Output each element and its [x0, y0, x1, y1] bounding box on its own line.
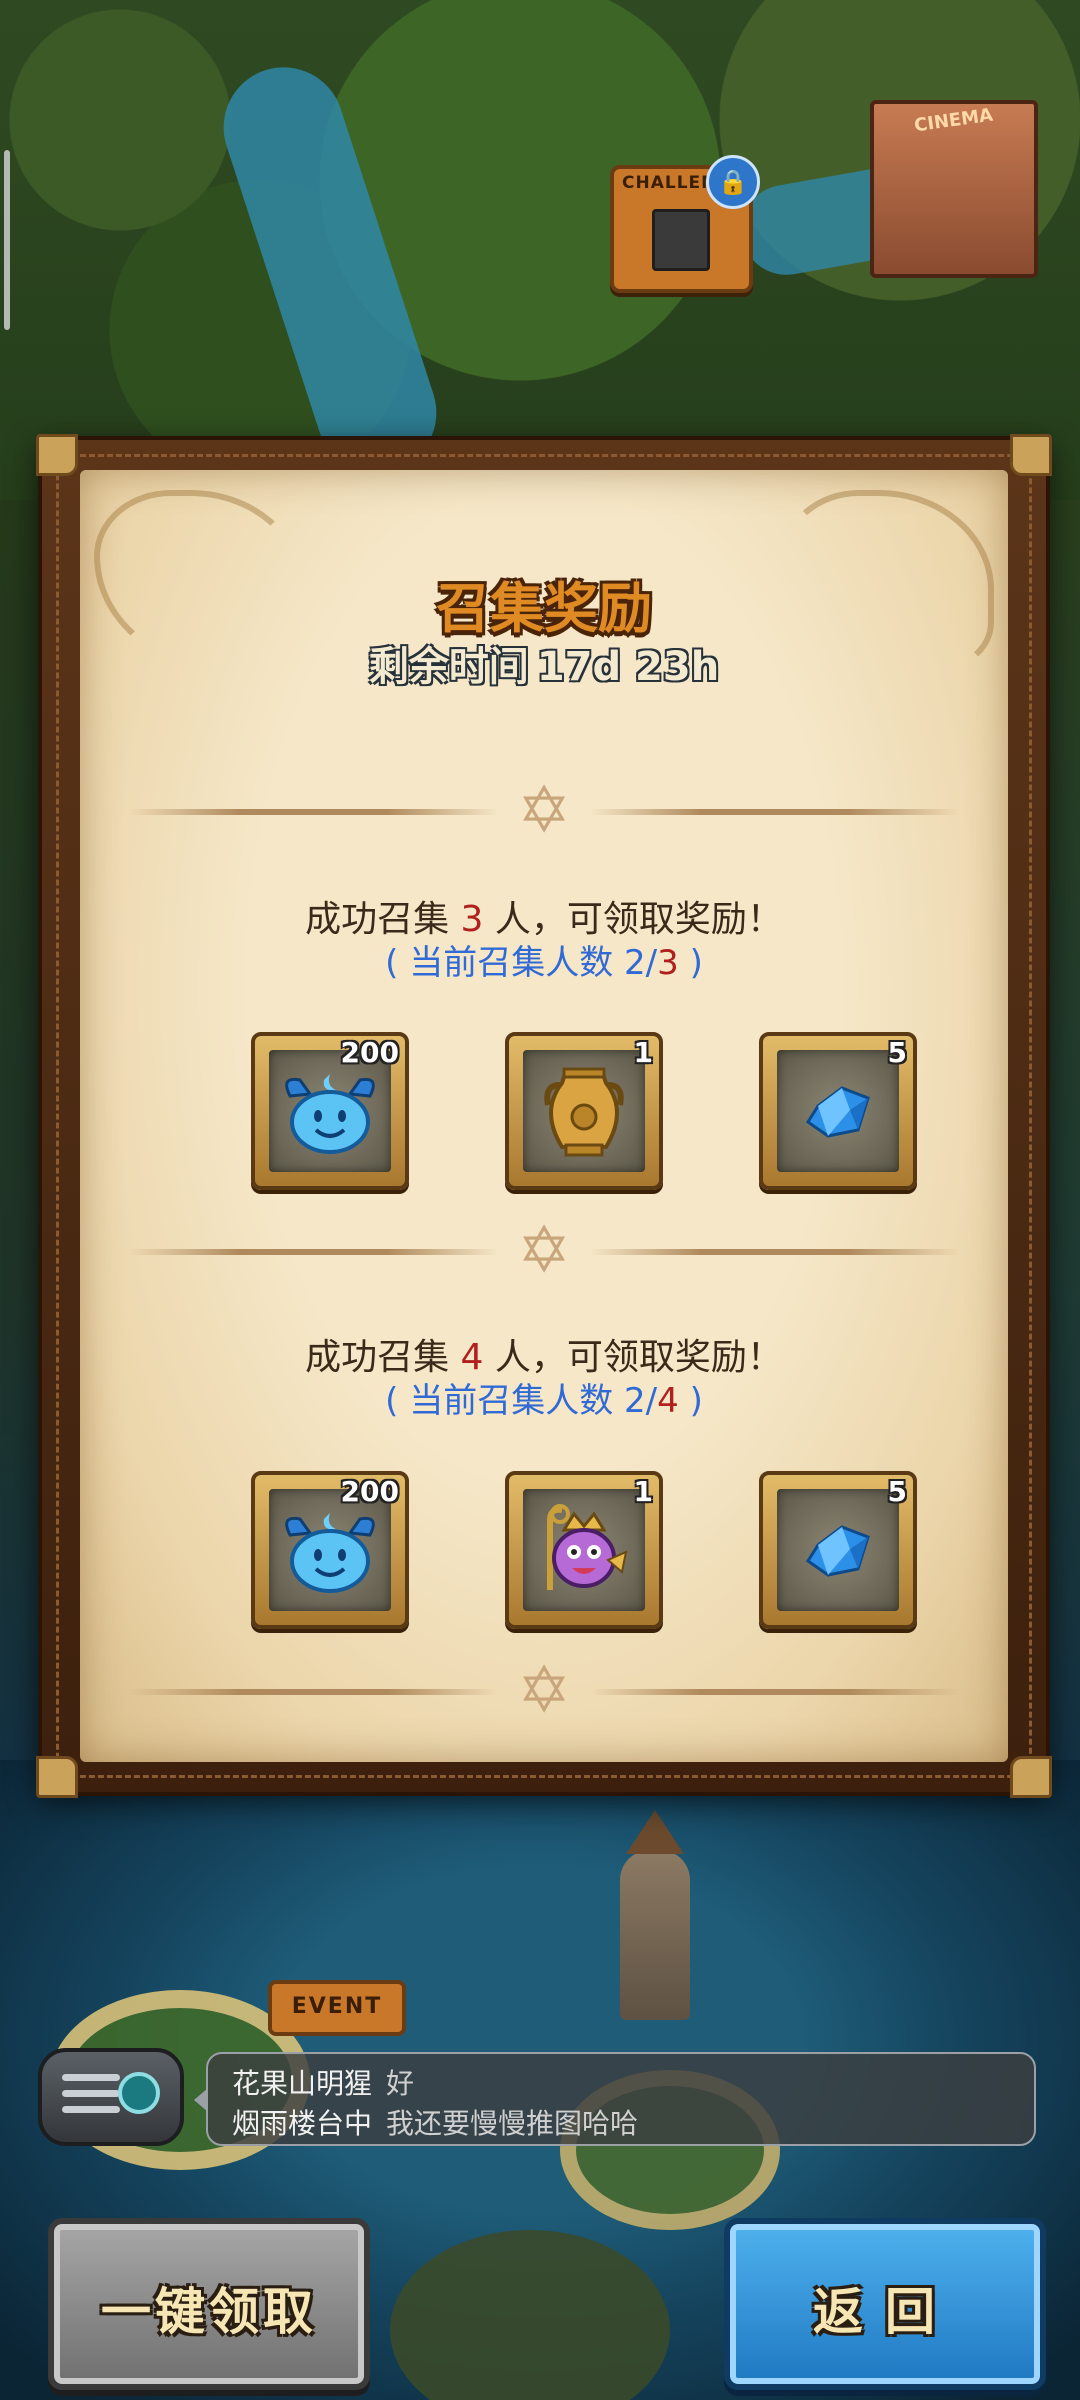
lighthouse-tower [620, 1810, 690, 2020]
reward-slot[interactable]: 5 [759, 1471, 917, 1629]
hexagram-icon: ✡ [517, 1214, 571, 1288]
chat-preview[interactable]: 花果山明猩好 烟雨楼台中 我还要慢慢推图哈哈 [194, 2052, 1036, 2146]
progress-target: 4 [657, 1381, 679, 1421]
back-label: 返回 [813, 2283, 957, 2341]
reward-quantity: 200 [340, 1475, 399, 1508]
reward-quantity: 1 [633, 1036, 653, 1069]
timer-value: 17d 23h [536, 644, 720, 690]
frame-corner [1010, 1756, 1052, 1798]
reward-quantity: 1 [633, 1475, 653, 1508]
hexagram-icon: ✡ [517, 1654, 571, 1728]
progress-current: 2 [624, 1381, 646, 1421]
reward-slot[interactable]: 1 [505, 1032, 663, 1190]
blue-crystal-icon [777, 1050, 899, 1172]
timer-label: 剩余时间 [368, 644, 529, 690]
ornament-divider: ✡ [128, 1656, 960, 1726]
ornament-divider: ✡ [128, 1216, 960, 1286]
progress-suffix: ) [689, 1381, 703, 1421]
chat-text: 好 [386, 2067, 415, 2100]
req-count: 4 [460, 1337, 484, 1378]
progress-prefix: ( 当前召集人数 [385, 943, 614, 983]
event-building[interactable]: EVENT [268, 1980, 406, 2036]
divider-line [590, 1689, 960, 1695]
ornament-divider: ✡ [128, 776, 960, 846]
tier-progress: ( 当前召集人数 2/4 ) [80, 1373, 1008, 1422]
parchment-panel: 召集奖励 剩余时间 17d 23h ✡ 成功召集 3 人，可领取奖励！ ( 当前召… [80, 470, 1008, 1762]
progress-prefix: ( 当前召集人数 [385, 1381, 614, 1421]
divider-line [128, 809, 498, 815]
chat-button[interactable] [38, 2048, 184, 2146]
chat-sender: 花果山明猩 [232, 2067, 373, 2100]
blue-crystal-icon [777, 1489, 899, 1611]
req-prefix: 成功召集 [305, 899, 450, 940]
req-suffix: 人，可领取奖励！ [494, 1337, 783, 1378]
progress-suffix: ) [689, 943, 703, 983]
req-prefix: 成功召集 [305, 1337, 450, 1378]
reward-quantity: 5 [887, 1475, 907, 1508]
divider-line [590, 809, 960, 815]
divider-line [590, 1249, 960, 1255]
gate-icon [652, 209, 710, 271]
divider-line [128, 1249, 498, 1255]
frame-corner [36, 434, 78, 476]
chat-message: 烟雨楼台中 我还要慢慢推图哈哈 [232, 2102, 638, 2142]
chat-message: 花果山明猩好 [232, 2062, 414, 2102]
progress-separator: / [645, 1381, 658, 1421]
reward-slot[interactable]: 1 [505, 1471, 663, 1629]
reward-slot-bg [777, 1489, 899, 1611]
divider-line [128, 1689, 498, 1695]
golden-urn-icon [523, 1050, 645, 1172]
progress-separator: / [645, 943, 658, 983]
cinema-sign-text: CINEMA [912, 104, 995, 137]
req-count: 3 [460, 899, 484, 940]
event-sign-text: EVENT [291, 1994, 383, 2019]
reward-slot[interactable]: 200 [251, 1471, 409, 1629]
summon-reward-dialog: 召集奖励 剩余时间 17d 23h ✡ 成功召集 3 人，可领取奖励！ ( 当前召… [36, 434, 1052, 1798]
progress-current: 2 [624, 943, 646, 983]
progress-target: 3 [657, 943, 679, 983]
claim-all-button[interactable]: 一键领取 [48, 2218, 370, 2390]
reward-slot[interactable]: 5 [759, 1032, 917, 1190]
menu-lines-icon [62, 2074, 120, 2122]
frame-corner [36, 1756, 78, 1798]
cinema-building[interactable]: CINEMA [870, 100, 1038, 278]
dialog-title: 召集奖励 [436, 577, 652, 640]
scroll-indicator [4, 150, 10, 330]
claim-all-label: 一键领取 [101, 2283, 317, 2341]
remaining-time: 剩余时间 17d 23h [80, 634, 1008, 692]
reward-slot-bg [523, 1489, 645, 1611]
reward-quantity: 200 [340, 1036, 399, 1069]
back-button[interactable]: 返回 [724, 2218, 1046, 2390]
req-suffix: 人，可领取奖励！ [494, 899, 783, 940]
chat-text: 我还要慢慢推图哈哈 [386, 2107, 639, 2140]
chat-sender: 烟雨楼台中 [232, 2107, 373, 2140]
reward-slot[interactable]: 200 [251, 1032, 409, 1190]
reward-slot-bg [523, 1050, 645, 1172]
tier-progress: ( 当前召集人数 2/3 ) [80, 935, 1008, 984]
reward-quantity: 5 [887, 1036, 907, 1069]
frame-corner [1010, 434, 1052, 476]
purple-hero-icon [523, 1489, 645, 1611]
lock-icon: 🔒 [706, 155, 760, 209]
reward-slot-bg [777, 1050, 899, 1172]
chat-indicator-icon [118, 2072, 160, 2114]
hexagram-icon: ✡ [517, 774, 571, 848]
chat-bubble-tail [194, 2088, 208, 2112]
